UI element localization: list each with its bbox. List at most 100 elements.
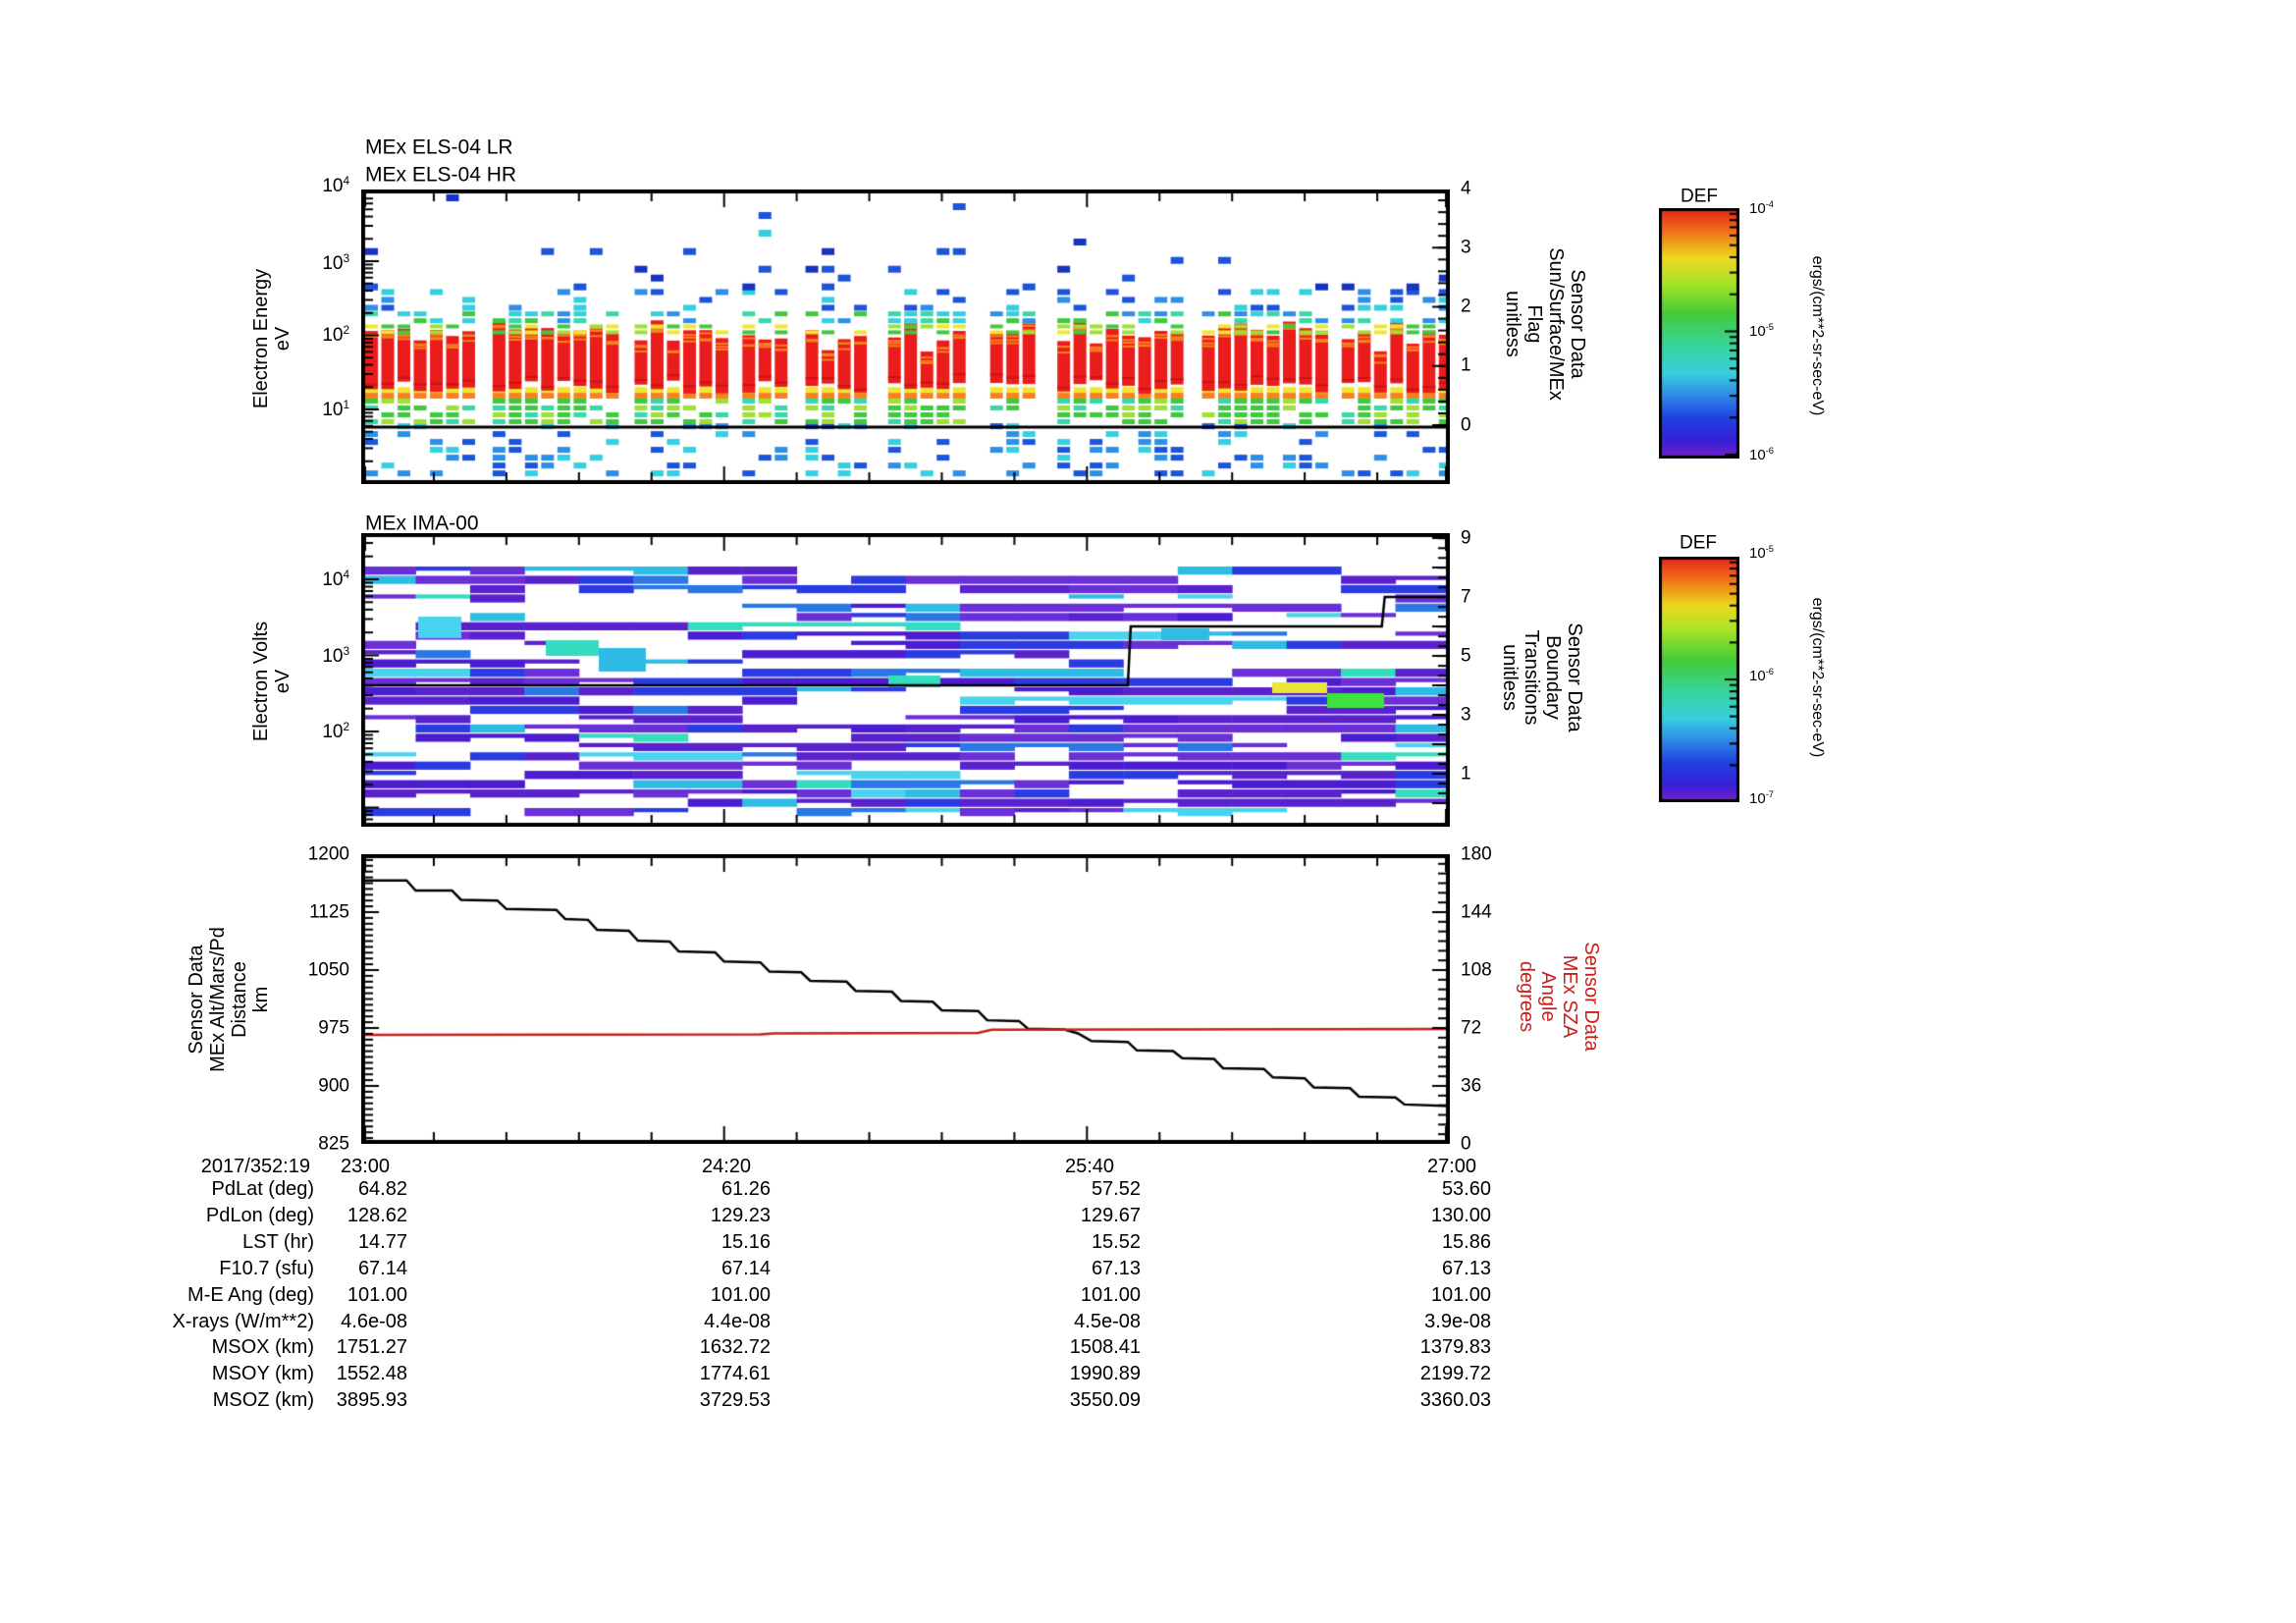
table-cell-value: 15.86 [1441,1230,1491,1253]
table-row-label: F10.7 (sfu) [219,1257,314,1279]
table-row-label: LST (hr) [242,1230,314,1253]
els-colorbar-tick-label: 10-6 [1749,446,1774,463]
ima-right-axis-label-line: Sensor Data [1564,622,1585,732]
els-right-axis-label: Sensor Data Sun/Surface/MEx Flag unitless [1502,247,1588,401]
els-left-axis-label: Electron Energy eV [250,269,294,408]
els-left-axis-label-line: Electron Energy [250,268,272,409]
ima-right-tick-label: 3 [1461,704,1471,726]
line-left-tick-label: 825 [318,1133,349,1155]
table-cell-value: 4.4e-08 [704,1310,771,1332]
line-left-tick-label: 900 [318,1075,349,1097]
line-left-axis-label-line: Sensor Data [186,945,207,1055]
els-left-tick-label: 102 [322,323,349,347]
table-cell-value: 67.13 [1091,1257,1141,1279]
line-left-axis-label: Sensor Data MEx Alt/Mars/Pd Distance km [186,927,272,1072]
els-left-tick-label: 104 [322,174,349,197]
ima-right-axis-label: Sensor Data Boundary Transitions unitless [1499,622,1585,731]
table-cell-value: 61.26 [721,1178,771,1200]
ima-left-axis-label: Electron Volts eV [250,622,294,741]
table-cell-value: 67.14 [357,1257,407,1279]
els-right-axis-label-line: Sun/Surface/MEx [1545,247,1567,401]
ima-right-axis-label-line: Transitions [1521,629,1542,726]
els-colorbar-canvas [1659,208,1739,459]
table-cell-value: 101.00 [1430,1283,1491,1306]
els-right-tick-label: 2 [1461,296,1471,317]
table-cell-value: 1751.27 [336,1336,407,1359]
ima-colorbar-tick-label: 10-6 [1749,667,1774,684]
table-cell-value: 3729.53 [699,1389,771,1412]
table-cell-value: 3895.93 [336,1389,407,1412]
table-cell-value: 15.16 [721,1230,771,1253]
els-left-tick-label: 101 [322,398,349,421]
ima-colorbar-unit-label: ergs/(cm**2-sr-sec-eV) [1809,597,1826,758]
table-row-label: MSOY (km) [211,1363,314,1385]
els-colorbar-unit-label: ergs/(cm**2-sr-sec-eV) [1809,255,1826,416]
time-tick-label: 23:00 [340,1156,391,1177]
line-left-axis-label-line: km [250,986,272,1013]
table-cell-value: 130.00 [1430,1204,1491,1226]
table-cell-value: 3550.09 [1069,1389,1141,1412]
els-colorbar-tick-label: 10-5 [1749,322,1774,340]
table-cell-value: 1379.83 [1419,1336,1491,1359]
table-cell-value: 129.67 [1080,1204,1141,1226]
table-cell-value: 1552.48 [336,1363,407,1385]
els-left-axis-label-line: eV [272,326,294,352]
table-cell-value: 3.9e-08 [1424,1310,1491,1332]
els-right-axis-label-line: Sensor Data [1567,269,1588,379]
table-cell-value: 129.23 [710,1204,771,1226]
ima-right-tick-label: 1 [1461,763,1471,784]
line-left-tick-label: 1200 [307,843,349,865]
ima-right-tick-label: 9 [1461,527,1471,549]
date-label: 2017/352:19 [200,1156,310,1177]
table-cell-value: 64.82 [357,1178,407,1200]
table-cell-value: 14.77 [357,1230,407,1253]
ima-right-tick-label: 7 [1461,586,1471,608]
table-cell-value: 101.00 [347,1283,407,1306]
els-panel-title-hr: MEx ELS-04 HR [365,163,517,187]
ima-right-tick-label: 5 [1461,645,1471,667]
line-left-axis-label-line: Distance [229,961,250,1038]
ima-left-tick-label: 103 [322,644,349,668]
ima-colorbar-tick-label: 10-7 [1749,789,1774,807]
els-right-tick-label: 1 [1461,354,1471,376]
table-cell-value: 67.14 [721,1257,771,1279]
table-cell-value: 4.6e-08 [341,1310,407,1332]
els-right-tick-label: 3 [1461,237,1471,258]
table-cell-value: 3360.03 [1419,1389,1491,1412]
line-right-tick-label: 72 [1461,1017,1482,1039]
line-right-tick-label: 0 [1461,1133,1471,1155]
line-right-tick-label: 108 [1461,959,1492,981]
els-right-axis-label-line: Flag [1523,304,1545,344]
ima-colorbar-tick-label: 10-5 [1749,544,1774,562]
els-colorbar-title: DEF [1681,186,1718,207]
table-cell-value: 4.5e-08 [1074,1310,1141,1332]
ima-left-axis-label-line: eV [272,669,294,694]
els-right-tick-label: 0 [1461,414,1471,436]
line-right-axis-label-line: Angle [1537,971,1559,1022]
line-right-tick-label: 36 [1461,1075,1482,1097]
table-row-label: M-E Ang (deg) [187,1283,314,1306]
line-right-axis-label-line: MEx SZA [1559,954,1580,1039]
ima-panel-title: MEx IMA-00 [365,512,479,535]
line-left-tick-label: 1125 [309,901,349,923]
table-row-label: PdLat (deg) [211,1178,314,1200]
mex-orbit-summary-plot: MEx ELS-04 LR MEx ELS-04 HR MEx IMA-00 D… [0,0,2296,1623]
line-left-axis-label-line: MEx Alt/Mars/Pd [207,927,229,1072]
table-cell-value: 1632.72 [699,1336,771,1359]
table-cell-value: 1990.89 [1069,1363,1141,1385]
ima-left-tick-label: 104 [322,568,349,591]
line-right-axis-label-line: Sensor Data [1580,942,1602,1052]
els-panel-title-lr: MEx ELS-04 LR [365,135,513,159]
time-tick-label: 27:00 [1426,1156,1477,1177]
table-cell-value: 2199.72 [1419,1363,1491,1385]
els-right-axis-label-line: unitless [1502,291,1523,357]
ima-colorbar-title: DEF [1680,532,1717,554]
table-cell-value: 57.52 [1091,1178,1141,1200]
table-cell-value: 53.60 [1441,1178,1491,1200]
els-spectrogram-canvas [361,189,1450,484]
table-cell-value: 67.13 [1441,1257,1491,1279]
line-left-tick-label: 975 [318,1017,349,1039]
table-row-label: MSOZ (km) [212,1389,314,1412]
table-row-label: X-rays (W/m**2) [172,1310,314,1332]
els-right-tick-label: 4 [1461,178,1471,199]
